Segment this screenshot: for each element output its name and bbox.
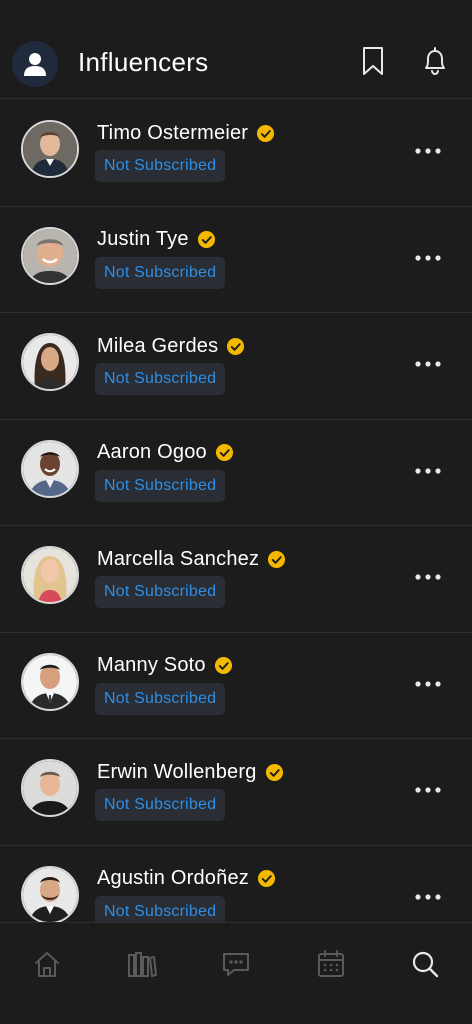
influencer-name: Aaron Ogoo [97, 441, 207, 463]
bookmark-icon [363, 47, 383, 75]
more-horizontal-icon [415, 574, 441, 580]
more-horizontal-icon [415, 254, 441, 261]
bookmarks-button[interactable] [358, 44, 388, 78]
app-header: Influencers [0, 0, 472, 99]
more-horizontal-icon [415, 787, 441, 793]
more-options-button[interactable] [413, 460, 443, 482]
more-options-button[interactable] [413, 779, 443, 801]
list-item[interactable]: Erwin Wollenberg Not Subscribed [0, 739, 472, 846]
more-options-button[interactable] [413, 566, 443, 588]
influencer-list[interactable]: Timo Ostermeier Not Subscribed Justin Ty… [0, 100, 472, 922]
more-horizontal-icon [415, 148, 441, 154]
verified-badge-icon [215, 443, 233, 462]
tab-messages[interactable] [219, 947, 253, 981]
more-options-button[interactable] [413, 886, 443, 908]
status-badge[interactable]: Not Subscribed [95, 150, 226, 182]
more-horizontal-icon [415, 680, 441, 687]
bottom-tab-bar [0, 922, 472, 1024]
verified-badge-icon [257, 869, 276, 888]
calendar-icon [318, 950, 344, 977]
more-options-button[interactable] [413, 247, 443, 269]
influencer-name: Agustin Ordoñez [97, 867, 249, 889]
list-item[interactable]: Aaron Ogoo Not Subscribed [0, 420, 472, 526]
list-item[interactable]: Milea Gerdes Not Subscribed [0, 313, 472, 420]
verified-badge-icon [265, 763, 283, 781]
library-icon [128, 952, 157, 977]
influencer-name: Timo Ostermeier [97, 121, 249, 144]
avatar[interactable] [21, 439, 79, 498]
avatar[interactable] [21, 759, 79, 817]
avatar[interactable] [21, 226, 79, 285]
avatar[interactable] [21, 333, 79, 391]
list-item[interactable]: Timo Ostermeier Not Subscribed [0, 100, 472, 207]
page-title: Influencers [78, 47, 209, 77]
tab-library[interactable] [125, 947, 159, 981]
bell-icon [425, 47, 445, 76]
status-badge[interactable]: Not Subscribed [95, 682, 226, 715]
user-icon [24, 53, 46, 76]
avatar[interactable] [21, 865, 79, 922]
more-horizontal-icon [415, 467, 441, 474]
verified-badge-icon [257, 124, 275, 142]
tab-home[interactable] [30, 947, 64, 981]
list-item[interactable]: Manny Soto Not Subscribed [0, 633, 472, 739]
verified-badge-icon [197, 230, 215, 249]
avatar[interactable] [21, 546, 79, 604]
status-badge[interactable]: Not Subscribed [95, 576, 226, 608]
status-badge[interactable]: Not Subscribed [95, 256, 226, 289]
status-badge[interactable]: Not Subscribed [95, 363, 226, 395]
verified-badge-icon [227, 337, 245, 355]
status-badge[interactable]: Not Subscribed [95, 789, 226, 821]
avatar[interactable] [21, 120, 79, 178]
list-item[interactable]: Justin Tye Not Subscribed [0, 207, 472, 313]
more-options-button[interactable] [413, 673, 443, 695]
notifications-button[interactable] [420, 44, 450, 78]
influencer-name: Erwin Wollenberg [97, 760, 257, 783]
list-item[interactable]: Marcella Sanchez Not Subscribed [0, 526, 472, 633]
influencer-name: Milea Gerdes [97, 334, 219, 357]
list-item[interactable]: Agustin Ordoñez Not Subscribed [0, 846, 472, 922]
search-icon [412, 951, 439, 978]
more-horizontal-icon [415, 893, 441, 900]
verified-badge-icon [214, 656, 232, 675]
more-options-button[interactable] [413, 140, 443, 162]
influencer-name: Justin Tye [97, 228, 189, 250]
status-badge[interactable]: Not Subscribed [95, 895, 226, 922]
chat-icon [223, 953, 249, 976]
influencer-name: Marcella Sanchez [97, 547, 260, 570]
more-horizontal-icon [415, 361, 441, 367]
status-badge[interactable]: Not Subscribed [95, 469, 226, 502]
avatar[interactable] [21, 652, 79, 711]
profile-avatar[interactable] [12, 41, 58, 87]
influencer-name: Manny Soto [97, 654, 206, 676]
tab-calendar[interactable] [314, 947, 348, 981]
tab-search[interactable] [408, 947, 442, 981]
more-options-button[interactable] [413, 353, 443, 375]
verified-badge-icon [268, 550, 286, 568]
home-icon [35, 952, 59, 977]
